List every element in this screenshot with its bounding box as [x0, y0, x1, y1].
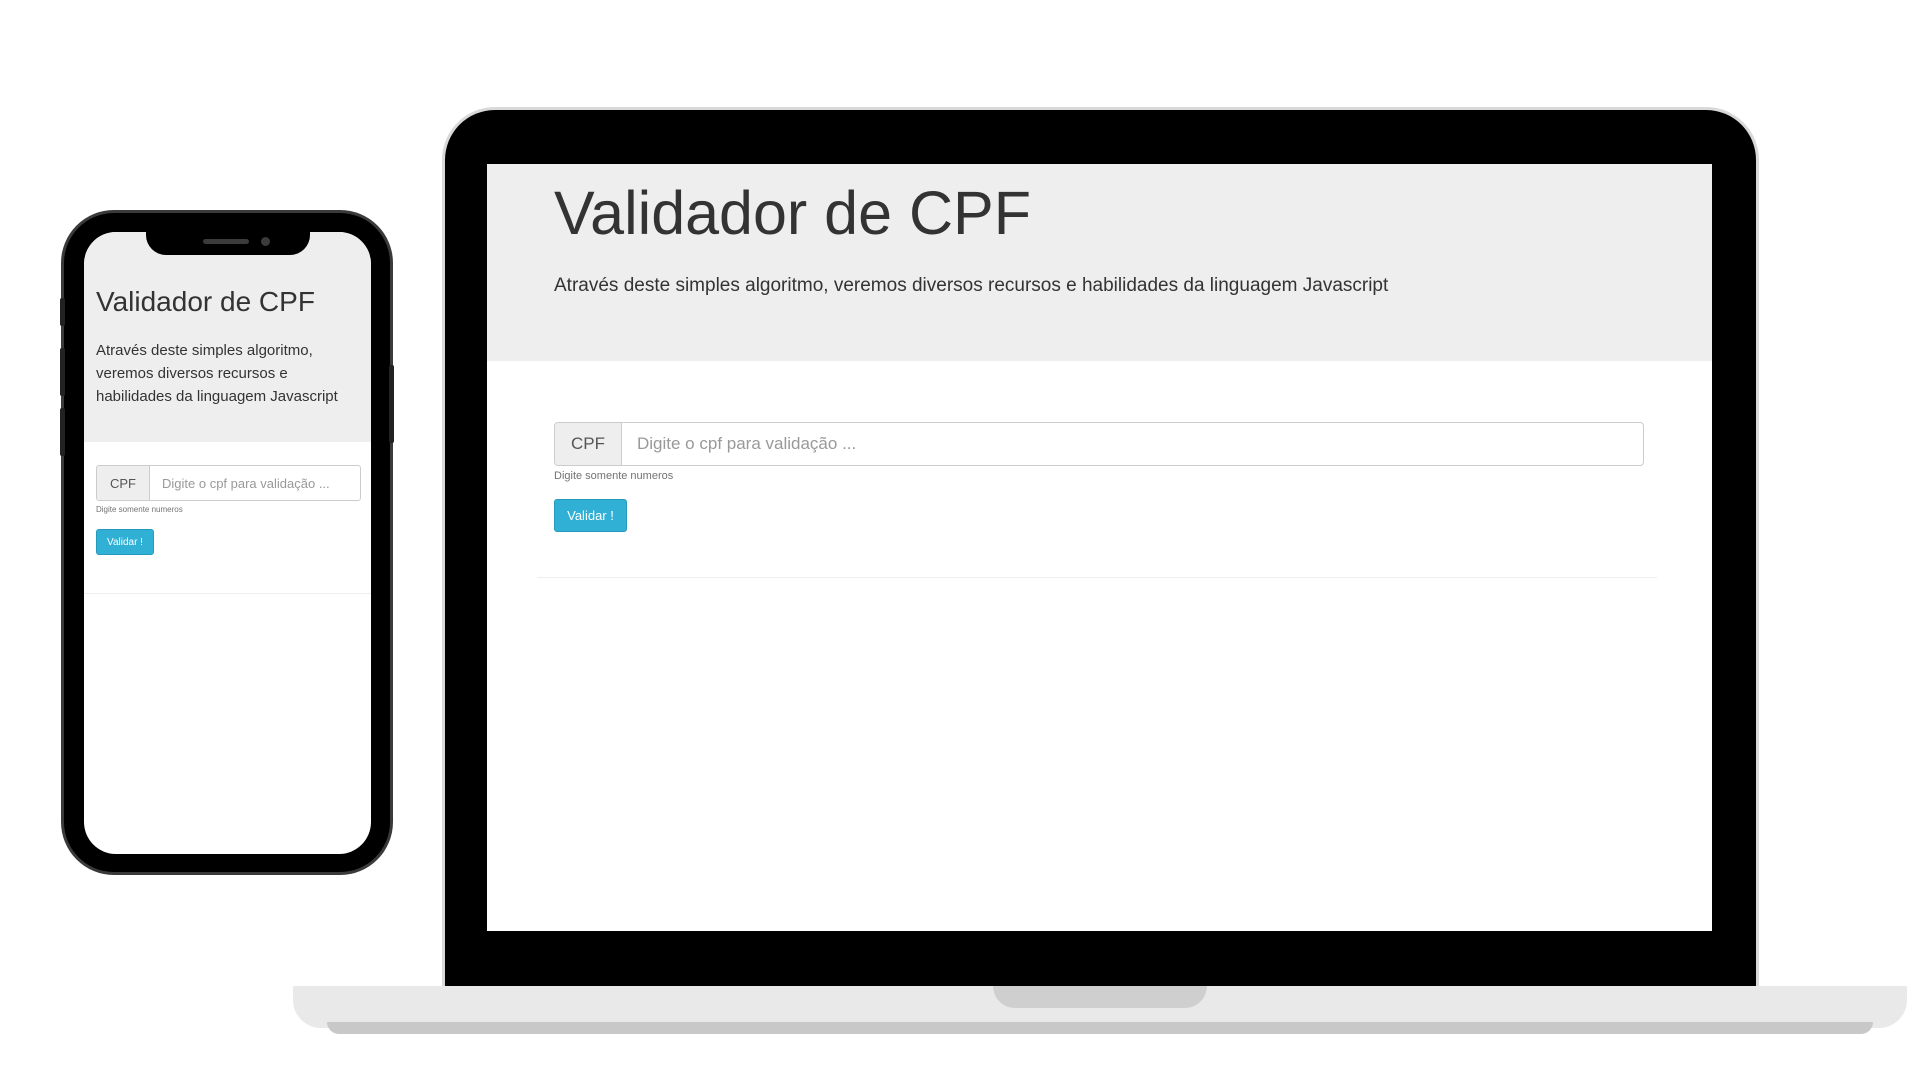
divider [537, 577, 1657, 578]
cpf-input-group: CPF [554, 422, 1644, 466]
cpf-help-text: Digite somente numeros [554, 470, 674, 482]
cpf-addon-label: CPF [555, 423, 622, 465]
laptop-base-shadow [327, 1022, 1873, 1034]
cpf-addon-label: CPF [97, 466, 150, 500]
page-lead: Através deste simples algoritmo, veremos… [96, 342, 338, 405]
desktop-page: Validador de CPF Através deste simples a… [487, 164, 1712, 931]
jumbotron: Validador de CPF Através deste simples a… [487, 164, 1712, 361]
phone-camera-icon [261, 237, 270, 246]
jumbotron: Validador de CPF Através deste simples a… [84, 232, 371, 442]
cpf-input-group: CPF [96, 465, 361, 501]
validate-button[interactable]: Validar ! [554, 499, 627, 532]
page-title: Validador de CPF [554, 179, 1031, 247]
phone-volume-up-button [60, 348, 65, 396]
mobile-page: Validador de CPF Através deste simples a… [84, 232, 371, 854]
cpf-help-text: Digite somente numeros [96, 505, 183, 514]
divider [84, 593, 371, 594]
phone-volume-down-button [60, 408, 65, 456]
validate-button[interactable]: Validar ! [96, 529, 154, 555]
phone-power-button [389, 365, 394, 443]
cpf-input[interactable] [150, 466, 360, 500]
page-lead: Através deste simples algoritmo, veremos… [554, 275, 1389, 296]
phone-mute-switch [60, 298, 65, 326]
page-title: Validador de CPF [96, 286, 315, 317]
phone-speaker [203, 239, 249, 244]
cpf-input[interactable] [622, 423, 1643, 465]
laptop-trackpad-notch [993, 986, 1207, 1008]
